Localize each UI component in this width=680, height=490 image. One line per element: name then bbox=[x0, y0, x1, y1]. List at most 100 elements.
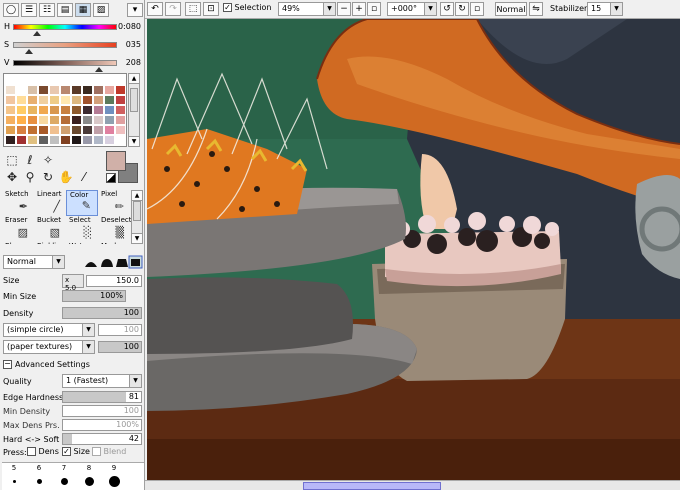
scroll-up-icon[interactable]: ▲ bbox=[129, 74, 139, 84]
blend-mode-dropdown[interactable]: Normal ▼ bbox=[3, 255, 65, 269]
zoom-reset-icon[interactable]: ▫ bbox=[367, 2, 381, 16]
color-swatch[interactable] bbox=[115, 125, 126, 135]
canvas-horizontal-scrollbar[interactable] bbox=[145, 480, 680, 490]
color-swatch[interactable] bbox=[104, 95, 115, 105]
color-swatch[interactable] bbox=[27, 125, 38, 135]
color-swatch[interactable] bbox=[71, 125, 82, 135]
chevron-down-icon[interactable]: ▼ bbox=[52, 256, 64, 268]
color-swatch[interactable] bbox=[16, 85, 27, 95]
color-swatch[interactable] bbox=[5, 105, 16, 115]
color-swatch[interactable] bbox=[93, 95, 104, 105]
color-swatch[interactable] bbox=[5, 125, 16, 135]
swatch-grid[interactable] bbox=[3, 73, 127, 147]
scroll-down-icon[interactable]: ▼ bbox=[132, 233, 142, 243]
panel-menu-icon[interactable]: ▾ bbox=[127, 3, 143, 17]
color-swatch[interactable] bbox=[49, 115, 60, 125]
color-swatch[interactable] bbox=[60, 95, 71, 105]
brush-shape-selector[interactable] bbox=[83, 255, 143, 269]
color-swatch[interactable] bbox=[60, 115, 71, 125]
color-swatch[interactable] bbox=[27, 75, 38, 85]
scratchpad-icon[interactable]: ▨ bbox=[93, 3, 109, 17]
brush-tool-deselect[interactable]: Deselect ▒ bbox=[98, 216, 132, 242]
saturation-slider[interactable] bbox=[13, 42, 117, 54]
size-multiplier[interactable]: x 5.0 bbox=[62, 274, 84, 292]
brush-tool-sketch[interactable]: Sketch ✒ bbox=[2, 190, 34, 216]
zoom-in-icon[interactable]: + bbox=[352, 2, 366, 16]
size-field[interactable]: 150.0 bbox=[86, 275, 142, 287]
brush-size-preset[interactable] bbox=[60, 477, 68, 485]
color-swatch[interactable] bbox=[104, 125, 115, 135]
color-swatch[interactable] bbox=[5, 85, 16, 95]
color-swatch[interactable] bbox=[5, 75, 16, 85]
chevron-down-icon[interactable]: ▼ bbox=[323, 3, 335, 15]
brush-tool-eraser[interactable]: Eraser ▨ bbox=[2, 216, 34, 242]
brush-tool-select[interactable]: Select ░ bbox=[66, 216, 98, 242]
deselect-icon[interactable]: ⬚ bbox=[185, 2, 201, 16]
chevron-down-icon[interactable]: ▼ bbox=[129, 375, 141, 387]
press-size-option[interactable]: ✓ Size bbox=[62, 447, 90, 456]
color-swatch[interactable] bbox=[104, 85, 115, 95]
selection-checkbox[interactable]: ✓ bbox=[223, 3, 232, 12]
artwork-illustration[interactable] bbox=[147, 19, 680, 480]
brush-tool-color[interactable]: Color ✎ bbox=[66, 190, 98, 216]
color-wheel-icon[interactable]: ◯ bbox=[3, 3, 19, 17]
color-swatch[interactable] bbox=[71, 135, 82, 145]
rotation-dropdown[interactable]: +000° ▼ bbox=[387, 2, 437, 16]
press-dens-checkbox[interactable] bbox=[27, 447, 36, 456]
color-swatch[interactable] bbox=[60, 75, 71, 85]
color-swatch[interactable] bbox=[60, 125, 71, 135]
color-swatch[interactable] bbox=[16, 95, 27, 105]
collapse-icon[interactable]: − bbox=[3, 360, 12, 369]
move-icon[interactable]: ✥ bbox=[3, 169, 21, 185]
press-dens-option[interactable]: Dens bbox=[27, 447, 59, 456]
scroll-down-icon[interactable]: ▼ bbox=[129, 136, 139, 146]
press-blend-checkbox[interactable] bbox=[92, 447, 101, 456]
hand-icon[interactable]: ✋ bbox=[57, 169, 75, 185]
color-swatch[interactable] bbox=[16, 105, 27, 115]
color-swatch[interactable] bbox=[82, 75, 93, 85]
color-swatch[interactable] bbox=[71, 85, 82, 95]
stabilizer-dropdown[interactable]: 15 ▼ bbox=[587, 2, 623, 16]
color-swatch[interactable] bbox=[49, 85, 60, 95]
press-blend-option[interactable]: Blend bbox=[92, 447, 126, 456]
color-swatch[interactable] bbox=[93, 75, 104, 85]
brush-shape-dropdown[interactable]: (simple circle) ▼ bbox=[3, 323, 95, 337]
color-swatch[interactable] bbox=[104, 135, 115, 145]
color-swatch[interactable] bbox=[71, 75, 82, 85]
color-swatch[interactable] bbox=[49, 105, 60, 115]
eyedropper-icon[interactable]: ⁄ bbox=[75, 169, 93, 185]
color-swatch[interactable] bbox=[115, 95, 126, 105]
swatch-icon[interactable]: ▦ bbox=[75, 3, 91, 17]
color-swatch[interactable] bbox=[38, 125, 49, 135]
color-swatch[interactable] bbox=[115, 135, 126, 145]
brush-tool-water[interactable]: Water bbox=[66, 242, 98, 244]
color-swatch[interactable] bbox=[49, 135, 60, 145]
brush-size-preset[interactable] bbox=[12, 479, 16, 483]
color-swatch[interactable] bbox=[82, 135, 93, 145]
chevron-down-icon[interactable]: ▼ bbox=[82, 324, 94, 336]
color-swatch[interactable] bbox=[60, 135, 71, 145]
color-swatch[interactable] bbox=[60, 105, 71, 115]
rotation-reset-icon[interactable]: ▫ bbox=[470, 2, 484, 16]
color-swatch[interactable] bbox=[115, 75, 126, 85]
color-swatch[interactable] bbox=[5, 115, 16, 125]
brush-tool-marker[interactable]: Marker bbox=[98, 242, 130, 244]
hard-soft-slider[interactable]: 42 bbox=[62, 433, 142, 445]
value-slider-thumb[interactable] bbox=[94, 67, 104, 72]
brush-size-preset[interactable] bbox=[84, 476, 94, 486]
chevron-down-icon[interactable]: ▼ bbox=[610, 3, 622, 15]
color-swatch[interactable] bbox=[60, 85, 71, 95]
scrollbar-thumb[interactable] bbox=[303, 482, 441, 490]
color-swatch[interactable] bbox=[71, 95, 82, 105]
rotate-right-icon[interactable]: ↻ bbox=[455, 2, 469, 16]
primary-color-front[interactable] bbox=[106, 151, 126, 171]
mixer-icon[interactable]: ▤ bbox=[57, 3, 73, 17]
zoom-icon[interactable]: ⚲ bbox=[21, 169, 39, 185]
undo-icon[interactable]: ↶ bbox=[147, 2, 163, 16]
invert-selection-icon[interactable]: ⊡ bbox=[203, 2, 219, 16]
color-swatch[interactable] bbox=[115, 105, 126, 115]
brush-tool-scrollbar[interactable]: ▲ ▼ bbox=[131, 190, 143, 244]
color-swatch[interactable] bbox=[82, 95, 93, 105]
rect-select-icon[interactable]: ⬚ bbox=[3, 152, 21, 168]
blend-display-button[interactable]: Normal bbox=[495, 2, 527, 16]
